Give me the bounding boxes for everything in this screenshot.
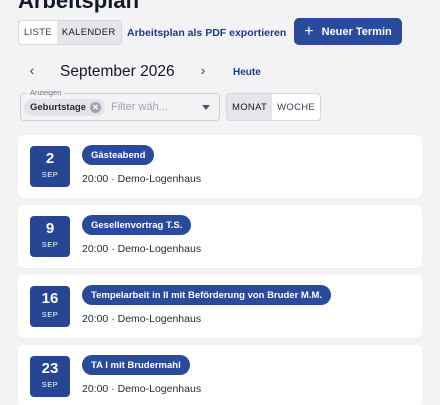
filter-select[interactable]: Anzeigen Geburtstage ✕ Filter wäh...: [20, 88, 220, 121]
date-badge: 2 SEP: [30, 146, 70, 187]
range-option-monat[interactable]: MONAT: [227, 94, 273, 120]
view-toggle: LISTE KALENDER: [18, 20, 122, 45]
event-title[interactable]: Gästeabend: [82, 145, 155, 165]
new-event-button[interactable]: + Neuer Termin: [294, 18, 402, 45]
date-badge: 16 SEP: [30, 286, 70, 327]
date-badge: 23 SEP: [30, 356, 70, 397]
event-card[interactable]: 9 SEP Gesellenvortrag T.S. 20:00 · Demo-…: [18, 205, 422, 268]
filter-input[interactable]: Filter wäh...: [111, 101, 168, 113]
view-option-liste[interactable]: LISTE: [19, 21, 57, 44]
date-day: 23: [41, 360, 59, 377]
pdf-export-link[interactable]: Arbeitsplan als PDF exportieren: [127, 27, 286, 39]
month-label: September 2026: [60, 63, 175, 80]
date-badge: 9 SEP: [30, 216, 70, 257]
filter-chip: Geburtstage ✕: [24, 99, 105, 116]
event-card[interactable]: 16 SEP Tempelarbeit in II mit Beförderun…: [18, 275, 422, 338]
date-day: 16: [41, 290, 59, 307]
date-month: SEP: [41, 380, 59, 389]
event-title[interactable]: Gesellenvortrag T.S.: [82, 215, 192, 235]
page-title: Arbeitsplan: [18, 0, 140, 13]
filter-legend: Anzeigen: [27, 88, 65, 97]
event-meta: 20:00 · Demo-Logenhaus: [82, 313, 202, 325]
filter-chip-label: Geburtstage: [30, 102, 86, 113]
event-title[interactable]: Tempelarbeit in II mit Beförderung von B…: [82, 285, 332, 305]
event-meta: 20:00 · Demo-Logenhaus: [82, 383, 202, 395]
event-card[interactable]: 2 SEP Gästeabend 20:00 · Demo-Logenhaus: [18, 135, 422, 198]
event-meta: 20:00 · Demo-Logenhaus: [82, 243, 202, 255]
plus-icon: +: [304, 22, 314, 40]
event-list: 2 SEP Gästeabend 20:00 · Demo-Logenhaus …: [18, 135, 422, 405]
chip-remove-icon[interactable]: ✕: [89, 102, 101, 113]
view-option-kalender[interactable]: KALENDER: [56, 21, 121, 44]
chevron-left-icon[interactable]: ‹: [26, 62, 38, 78]
today-button[interactable]: Heute: [233, 67, 261, 78]
event-meta: 20:00 · Demo-Logenhaus: [82, 173, 202, 185]
date-day: 2: [45, 150, 55, 167]
event-title[interactable]: TA I mit Brudermahl: [82, 355, 190, 375]
date-month: SEP: [41, 310, 59, 319]
range-toggle: MONAT WOCHE: [226, 93, 322, 121]
range-option-woche[interactable]: WOCHE: [272, 94, 320, 120]
date-month: SEP: [41, 170, 59, 179]
date-day: 9: [45, 220, 55, 237]
new-event-label: Neuer Termin: [321, 25, 392, 38]
date-month: SEP: [41, 240, 59, 249]
event-card[interactable]: 23 SEP TA I mit Brudermahl 20:00 · Demo-…: [18, 345, 422, 405]
caret-down-icon[interactable]: [202, 105, 210, 110]
chevron-right-icon[interactable]: ›: [197, 62, 209, 78]
